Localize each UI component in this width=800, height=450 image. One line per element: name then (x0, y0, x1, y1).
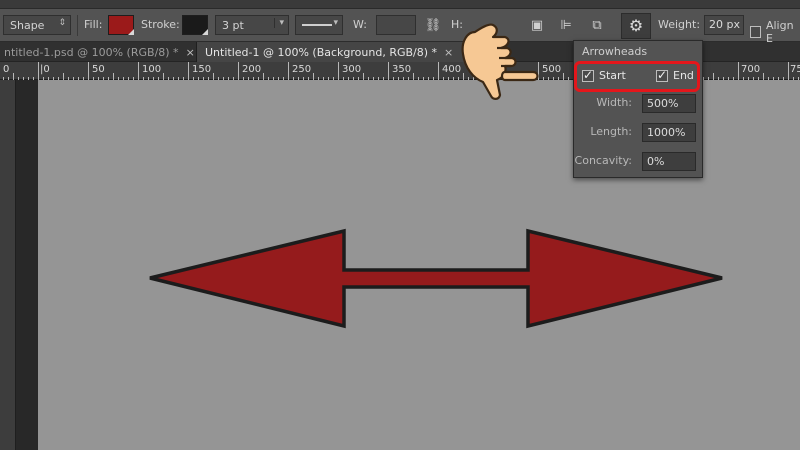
width-label: Width: (596, 96, 632, 109)
length-label: Length: (590, 125, 632, 138)
concavity-input[interactable]: 0% (642, 152, 696, 171)
width-value: 500% (647, 97, 679, 110)
length-value: 1000% (647, 126, 686, 139)
pointing-hand-icon (461, 23, 539, 100)
width-input[interactable]: 500% (642, 94, 696, 113)
arrow-path[interactable] (149, 228, 723, 329)
concavity-value: 0% (647, 155, 665, 168)
panel-title: Arrowheads (582, 45, 648, 58)
length-input[interactable]: 1000% (642, 123, 696, 142)
highlight-box (574, 61, 700, 92)
concavity-label: Concavity: (574, 154, 632, 167)
